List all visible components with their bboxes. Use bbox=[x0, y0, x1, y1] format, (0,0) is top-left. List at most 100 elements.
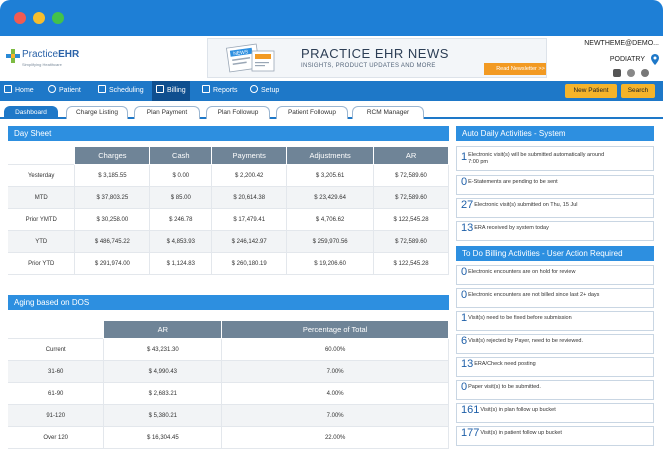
col-cash: Cash bbox=[149, 146, 213, 165]
row-label: Yesterday bbox=[8, 164, 76, 187]
news-banner[interactable]: NEWS PRACTICE EHR NEWS INSIGHTS, PRODUCT… bbox=[207, 38, 547, 78]
auto-activity-item[interactable]: 13ERA received by system today bbox=[456, 221, 654, 241]
todo-activity-item[interactable]: 1Visit(s) need to be fixed before submis… bbox=[456, 311, 654, 331]
cell-value: $ 19,206.60 bbox=[286, 252, 375, 275]
auto-activity-item[interactable]: 1Electronic visit(s) will be submitted a… bbox=[456, 146, 654, 171]
cell-value: $ 291,974.00 bbox=[74, 252, 151, 275]
settings-icon[interactable] bbox=[627, 69, 635, 77]
auto-activity-item[interactable]: 0E-Statements are pending to be sent bbox=[456, 175, 654, 195]
person-icon bbox=[48, 85, 56, 93]
activity-text: Electronic visit(s) will be submitted au… bbox=[468, 152, 605, 165]
table-row: Over 120 $ 16,304.45 22.00% bbox=[8, 426, 449, 449]
cell-value: $ 259,970.56 bbox=[286, 230, 375, 253]
table-row: 31-60 $ 4,990.43 7.00% bbox=[8, 360, 449, 383]
window-titlebar bbox=[0, 0, 663, 36]
activity-text: E-Statements are pending to be sent bbox=[468, 179, 558, 185]
nav-billing[interactable]: Billing bbox=[152, 81, 190, 101]
row-label: Current bbox=[8, 338, 105, 361]
search-button[interactable]: Search bbox=[621, 84, 655, 98]
auto-activities-header: Auto Daily Activities - System bbox=[456, 126, 654, 141]
aging-header: Aging based on DOS bbox=[8, 295, 449, 310]
practice-ehr-logo[interactable]: PracticeEHR Simplifying Healthcare bbox=[6, 46, 86, 72]
col-ar: AR bbox=[373, 146, 449, 165]
row-label: Prior YMTD bbox=[8, 208, 76, 231]
cell-value: $ 23,429.64 bbox=[286, 186, 375, 209]
cell-value: $ 260,180.19 bbox=[211, 252, 288, 275]
todo-activity-item[interactable]: 0Electronic encounters are not billed si… bbox=[456, 288, 654, 308]
activity-text: Electronic encounters are not billed sin… bbox=[468, 292, 600, 298]
tab-plan-payment[interactable]: Plan Payment bbox=[134, 106, 200, 119]
table-row: Prior YTD $ 291,974.00 $ 1,124.83 $ 260,… bbox=[8, 252, 449, 275]
cell-value: $ 2,200.42 bbox=[211, 164, 288, 187]
logo-wordmark: PracticeEHR bbox=[22, 49, 80, 60]
activity-text: Visit(s) need to be fixed before submiss… bbox=[468, 315, 572, 321]
row-label: YTD bbox=[8, 230, 76, 253]
cell-value: $ 16,304.45 bbox=[103, 426, 223, 449]
cell-value: $ 4,990.43 bbox=[103, 360, 223, 383]
todo-activity-item[interactable]: 0Paper visit(s) to be submitted. bbox=[456, 380, 654, 400]
lock-icon[interactable] bbox=[613, 69, 621, 77]
table-row: 61-90 $ 2,683.21 4.00% bbox=[8, 382, 449, 405]
todo-activity-item[interactable]: 0Electronic encounters are on hold for r… bbox=[456, 265, 654, 285]
day-sheet-corner bbox=[8, 146, 75, 165]
todo-activities-header: To Do Billing Activities - User Action R… bbox=[456, 246, 654, 261]
activity-text: Electronic encounters are on hold for re… bbox=[468, 269, 576, 275]
billing-tabs: Dashboard Charge Listing Plan Payment Pl… bbox=[0, 101, 663, 119]
nav-scheduling[interactable]: Scheduling bbox=[98, 81, 144, 101]
close-window-button[interactable] bbox=[14, 12, 26, 24]
cell-value: $ 72,589.60 bbox=[373, 164, 449, 187]
activity-count: 177 bbox=[461, 427, 480, 439]
cell-value: 7.00% bbox=[221, 404, 449, 427]
activity-text: Visit(s) rejected by Payer, need to be r… bbox=[468, 338, 583, 344]
maximize-window-button[interactable] bbox=[52, 12, 64, 24]
tab-plan-followup[interactable]: Plan Followup bbox=[206, 106, 270, 119]
activity-text: Electronic visit(s) submitted on Thu, 15… bbox=[474, 202, 578, 208]
todo-activity-item[interactable]: 177Visit(s) in patient follow up bucket bbox=[456, 426, 654, 446]
aging-table: AR Percentage of Total Current $ 43,231.… bbox=[8, 320, 449, 449]
banner-title: PRACTICE EHR NEWS bbox=[301, 46, 449, 61]
activity-count: 1 bbox=[461, 150, 468, 163]
col-charges: Charges bbox=[74, 146, 151, 165]
todo-activity-item[interactable]: 13ERA/Check need posting bbox=[456, 357, 654, 377]
activity-count: 0 bbox=[461, 176, 468, 188]
tab-rcm-manager[interactable]: RCM Manager bbox=[352, 106, 424, 119]
nav-patient[interactable]: Patient bbox=[48, 81, 81, 101]
nav-home[interactable]: Home bbox=[4, 81, 34, 101]
specialty-label[interactable]: PODIATRY bbox=[610, 56, 645, 63]
brand-bar: PracticeEHR Simplifying Healthcare NEWS … bbox=[0, 36, 663, 81]
cell-value: $ 246,142.97 bbox=[211, 230, 288, 253]
todo-activity-item[interactable]: 161Visit(s) in plan follow up bucket bbox=[456, 403, 654, 423]
row-label: Over 120 bbox=[8, 426, 105, 449]
logo-cross-icon bbox=[6, 49, 20, 63]
read-newsletter-button[interactable]: Read Newsletter >> bbox=[484, 63, 546, 75]
nav-setup[interactable]: Setup bbox=[250, 81, 279, 101]
minimize-window-button[interactable] bbox=[33, 12, 45, 24]
tab-charge-listing[interactable]: Charge Listing bbox=[66, 106, 128, 119]
table-row: 91-120 $ 5,380.21 7.00% bbox=[8, 404, 449, 427]
activity-text: ERA received by system today bbox=[474, 225, 549, 231]
row-label: 61-90 bbox=[8, 382, 105, 405]
row-label: MTD bbox=[8, 186, 76, 209]
aging-corner bbox=[8, 320, 104, 339]
col-aging-ar: AR bbox=[103, 320, 223, 339]
cell-value: $ 72,589.60 bbox=[373, 186, 449, 209]
activity-count: 13 bbox=[461, 222, 474, 234]
location-pin-icon[interactable] bbox=[651, 54, 659, 65]
main-nav: Home Patient Scheduling Billing Reports … bbox=[0, 81, 663, 101]
cell-value: $ 4,853.93 bbox=[149, 230, 213, 253]
power-icon[interactable] bbox=[641, 69, 649, 77]
activity-count: 6 bbox=[461, 335, 468, 347]
table-row: Current $ 43,231.30 60.00% bbox=[8, 338, 449, 361]
user-name[interactable]: NEWTHEME@DEMO... bbox=[584, 40, 659, 47]
table-row: MTD $ 37,803.25 $ 85.00 $ 20,614.38 $ 23… bbox=[8, 186, 449, 209]
todo-activity-item[interactable]: 6Visit(s) rejected by Payer, need to be … bbox=[456, 334, 654, 354]
nav-reports[interactable]: Reports bbox=[202, 81, 238, 101]
row-label: 31-60 bbox=[8, 360, 105, 383]
logo-tagline: Simplifying Healthcare bbox=[22, 62, 62, 67]
new-patient-button[interactable]: New Patient bbox=[565, 84, 617, 98]
tab-dashboard[interactable]: Dashboard bbox=[4, 106, 58, 119]
cell-value: $ 37,803.25 bbox=[74, 186, 151, 209]
tab-patient-followup[interactable]: Patient Followup bbox=[276, 106, 348, 119]
auto-activity-item[interactable]: 27Electronic visit(s) submitted on Thu, … bbox=[456, 198, 654, 218]
cell-value: $ 0.00 bbox=[149, 164, 213, 187]
